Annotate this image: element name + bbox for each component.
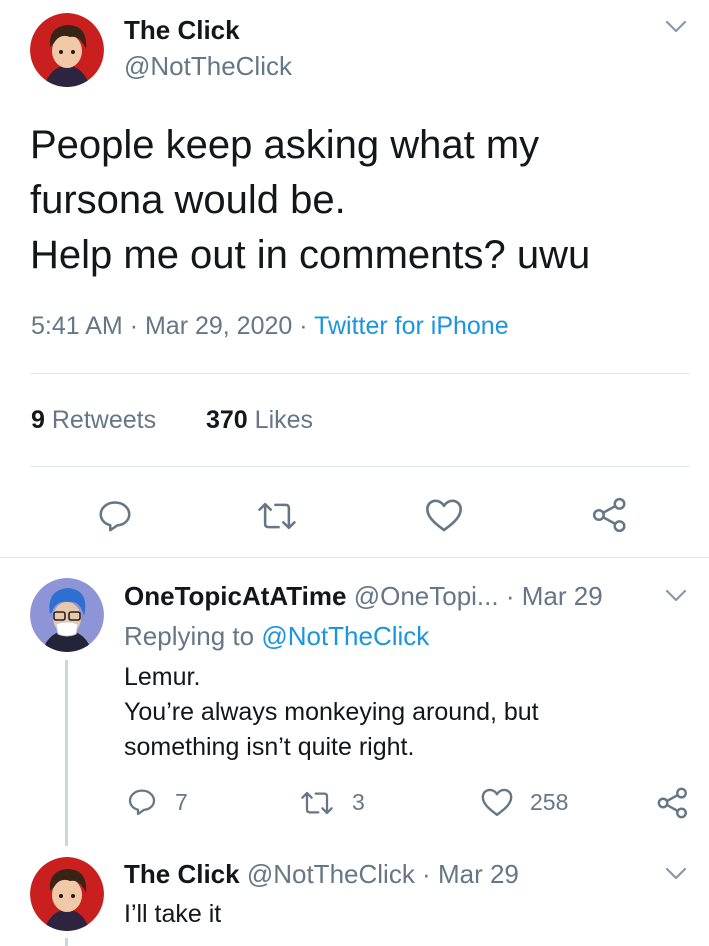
reply-author-handle[interactable]: @OneTopi...: [354, 581, 499, 611]
likes-stat[interactable]: 370 Likes: [206, 404, 313, 436]
thread-line: [65, 938, 68, 946]
retweet-icon[interactable]: [299, 787, 335, 819]
retweets-stat[interactable]: 9 Retweets: [31, 404, 156, 436]
tweet-source[interactable]: Twitter for iPhone: [314, 312, 509, 340]
reply-header: The Click @NotTheClick · Mar 29: [124, 858, 519, 890]
reply-header: OneTopicAtATime @OneTopi... · Mar 29: [124, 580, 603, 612]
share-icon[interactable]: [590, 496, 630, 534]
reply-author-name[interactable]: OneTopicAtATime: [124, 581, 346, 611]
retweets-count: 9: [31, 406, 45, 434]
divider: [30, 466, 690, 467]
tweet-text-line: Help me out in comments? uwu: [30, 233, 591, 277]
thread-line: [65, 660, 68, 846]
retweet-icon[interactable]: [256, 497, 298, 535]
separator: ·: [505, 581, 515, 611]
retweets-label: Retweets: [51, 406, 157, 434]
like-icon[interactable]: [480, 786, 514, 818]
reply-author-name[interactable]: The Click: [124, 859, 240, 889]
reply-text-line: Lemur.: [124, 663, 201, 691]
tweet-time[interactable]: 5:41 AM: [31, 312, 123, 340]
like-icon[interactable]: [424, 496, 464, 534]
separator: ·: [299, 312, 308, 340]
author-name[interactable]: The Click: [124, 14, 240, 46]
reply-icon[interactable]: [96, 497, 134, 535]
retweet-count: 3: [352, 789, 365, 815]
reply-avatar[interactable]: [30, 578, 104, 652]
chevron-down-icon[interactable]: [664, 14, 688, 38]
share-icon[interactable]: [656, 786, 690, 820]
separator: ·: [129, 312, 139, 340]
like-count: 258: [530, 789, 569, 815]
replying-handle[interactable]: @NotTheClick: [261, 621, 429, 651]
divider: [30, 373, 690, 374]
likes-label: Likes: [254, 406, 314, 434]
reply-author-handle[interactable]: @NotTheClick: [247, 859, 415, 889]
tweet-text-line: People keep asking what my: [30, 123, 540, 167]
reply-icon[interactable]: [126, 786, 158, 818]
tweet-text-line: fursona would be.: [30, 178, 346, 222]
chevron-down-icon[interactable]: [664, 583, 688, 607]
reply-count: 7: [175, 789, 188, 815]
author-avatar[interactable]: [30, 13, 104, 87]
divider: [0, 557, 709, 558]
reply-date[interactable]: Mar 29: [522, 581, 603, 611]
likes-count: 370: [206, 406, 248, 434]
tweet-date[interactable]: Mar 29, 2020: [145, 312, 292, 340]
reply-text-line: something isn’t quite right.: [124, 733, 415, 761]
separator: ·: [422, 859, 431, 889]
reply-text-line: You’re always monkeying around, but: [124, 698, 539, 726]
chevron-down-icon[interactable]: [664, 861, 688, 885]
tweet-text: People keep asking what my fursona would…: [30, 118, 590, 283]
reply-date[interactable]: Mar 29: [438, 859, 519, 889]
reply-text: Lemur. You’re always monkeying around, b…: [124, 660, 539, 765]
replying-to: Replying to @NotTheClick: [124, 620, 429, 652]
author-handle[interactable]: @NotTheClick: [124, 50, 292, 82]
tweet-meta: 5:41 AM · Mar 29, 2020 · Twitter for iPh…: [31, 310, 509, 342]
reply-text: I’ll take it: [124, 900, 222, 928]
replying-label: Replying to: [124, 621, 255, 651]
reply-avatar[interactable]: [30, 857, 104, 931]
